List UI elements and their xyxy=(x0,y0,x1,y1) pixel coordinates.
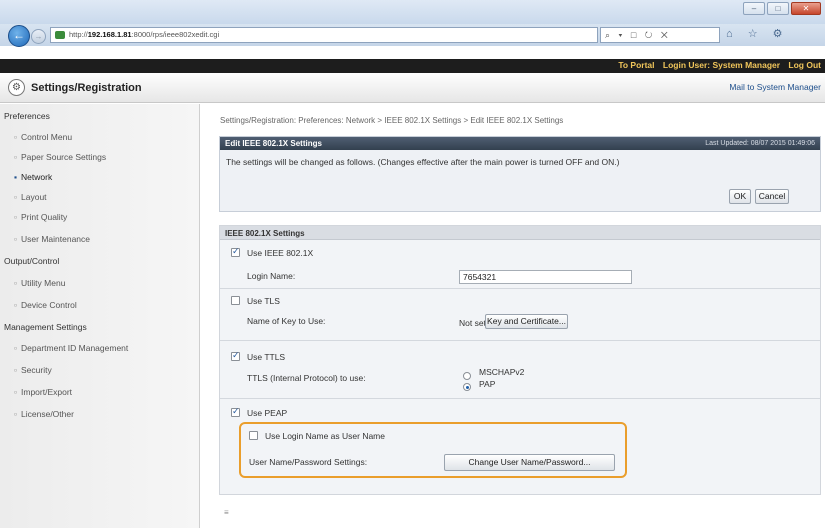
sidebar-item-device-control[interactable]: Device Control xyxy=(14,300,77,310)
login-name-input[interactable]: 7654321 xyxy=(459,270,632,284)
use-peap-checkbox[interactable] xyxy=(231,406,240,417)
edit-panel: Edit IEEE 802.1X Settings Last Updated: … xyxy=(219,136,821,212)
mschapv2-label: MSCHAPv2 xyxy=(479,367,525,377)
to-portal-link[interactable]: To Portal xyxy=(618,60,654,70)
cancel-button[interactable]: Cancel xyxy=(755,189,789,204)
last-updated-text: Last Updated: 08/07 2015 01:49:06 xyxy=(705,140,815,147)
gear-icon: ⚙ xyxy=(8,79,25,96)
sidebar-group-preferences[interactable]: Preferences xyxy=(4,111,50,121)
site-icon xyxy=(55,31,65,39)
page-header: ⚙ Settings/Registration Mail to System M… xyxy=(0,73,825,103)
sidebar-item-paper-source[interactable]: Paper Source Settings xyxy=(14,152,106,162)
mail-to-manager-link[interactable]: Mail to System Manager xyxy=(729,82,821,92)
address-bar[interactable]: http://192.168.1.81:8000/rps/ieee802xedi… xyxy=(50,27,598,43)
key-certificate-button[interactable]: Key and Certificate... xyxy=(485,314,568,329)
sidebar: Preferences Control Menu Paper Source Se… xyxy=(0,104,200,528)
browser-navbar: ← → http://192.168.1.81:8000/rps/ieee802… xyxy=(0,24,825,47)
sidebar-item-department-id[interactable]: Department ID Management xyxy=(14,343,128,353)
notice-message: The settings will be changed as follows.… xyxy=(226,157,620,167)
use-ttls-label: Use TTLS xyxy=(247,352,286,362)
sidebar-item-security[interactable]: Security xyxy=(14,365,52,375)
divider xyxy=(220,398,820,399)
ok-button[interactable]: OK xyxy=(729,189,751,204)
login-name-label: Login Name: xyxy=(247,271,296,281)
maximize-icon[interactable]: □ xyxy=(767,2,789,15)
pap-label: PAP xyxy=(479,379,496,389)
section-title: IEEE 802.1X Settings xyxy=(225,229,305,238)
use-ttls-checkbox[interactable] xyxy=(231,350,240,361)
close-icon[interactable]: ✕ xyxy=(791,2,821,15)
home-favorites-tools-icon[interactable]: ⌂ ☆ ⚙ xyxy=(726,27,788,40)
forward-arrow-icon[interactable]: → xyxy=(31,29,46,44)
browser-titlebar: – □ ✕ xyxy=(0,0,825,24)
use-ieee-label: Use IEEE 802.1X xyxy=(247,248,314,258)
highlight-box xyxy=(239,422,627,478)
sidebar-group-management[interactable]: Management Settings xyxy=(4,322,87,332)
url-text: http://192.168.1.81:8000/rps/ieee802xedi… xyxy=(69,30,220,39)
edit-panel-title: Edit IEEE 802.1X Settings xyxy=(225,139,322,148)
sidebar-item-utility-menu[interactable]: Utility Menu xyxy=(14,278,65,288)
sidebar-item-layout[interactable]: Layout xyxy=(14,192,47,202)
edit-panel-bar: Edit IEEE 802.1X Settings Last Updated: … xyxy=(220,137,820,150)
footer-icon: ≡ xyxy=(224,508,229,517)
sidebar-item-import-export[interactable]: Import/Export xyxy=(14,387,72,397)
key-name-value: Not set xyxy=(459,318,486,328)
sidebar-group-output-control[interactable]: Output/Control xyxy=(4,256,59,266)
mschapv2-radio[interactable] xyxy=(463,372,471,380)
top-bar: To Portal Login User: System Manager Log… xyxy=(0,59,825,73)
window-controls: – □ ✕ xyxy=(743,2,821,15)
use-ieee-checkbox[interactable] xyxy=(231,246,240,257)
ttls-protocol-label: TTLS (Internal Protocol) to use: xyxy=(247,373,366,383)
key-name-label: Name of Key to Use: xyxy=(247,316,326,326)
use-peap-label: Use PEAP xyxy=(247,408,288,418)
breadcrumb: Settings/Registration: Preferences: Netw… xyxy=(220,116,564,125)
login-user-text: Login User: System Manager xyxy=(662,60,781,70)
logout-link[interactable]: Log Out xyxy=(788,60,821,70)
main-content: Settings/Registration: Preferences: Netw… xyxy=(210,104,822,528)
sidebar-item-network[interactable]: Network xyxy=(14,172,52,182)
back-arrow-icon[interactable]: ← xyxy=(8,25,30,47)
use-tls-label: Use TLS xyxy=(247,296,280,306)
sidebar-item-control-menu[interactable]: Control Menu xyxy=(14,132,72,142)
divider xyxy=(220,340,820,341)
sidebar-item-license[interactable]: License/Other xyxy=(14,409,74,419)
address-actions[interactable]: ⌕ ▾ □ ↻ ✕ xyxy=(600,27,720,43)
minimize-icon[interactable]: – xyxy=(743,2,765,15)
use-tls-checkbox[interactable] xyxy=(231,296,240,305)
sidebar-item-user-maintenance[interactable]: User Maintenance xyxy=(14,234,90,244)
section-header: IEEE 802.1X Settings xyxy=(220,226,820,240)
sidebar-item-print-quality[interactable]: Print Quality xyxy=(14,212,67,222)
divider xyxy=(220,288,820,289)
ieee-settings-panel: IEEE 802.1X Settings Use IEEE 802.1X Log… xyxy=(219,225,821,495)
page-title: Settings/Registration xyxy=(31,82,142,94)
pap-radio[interactable] xyxy=(463,383,471,391)
